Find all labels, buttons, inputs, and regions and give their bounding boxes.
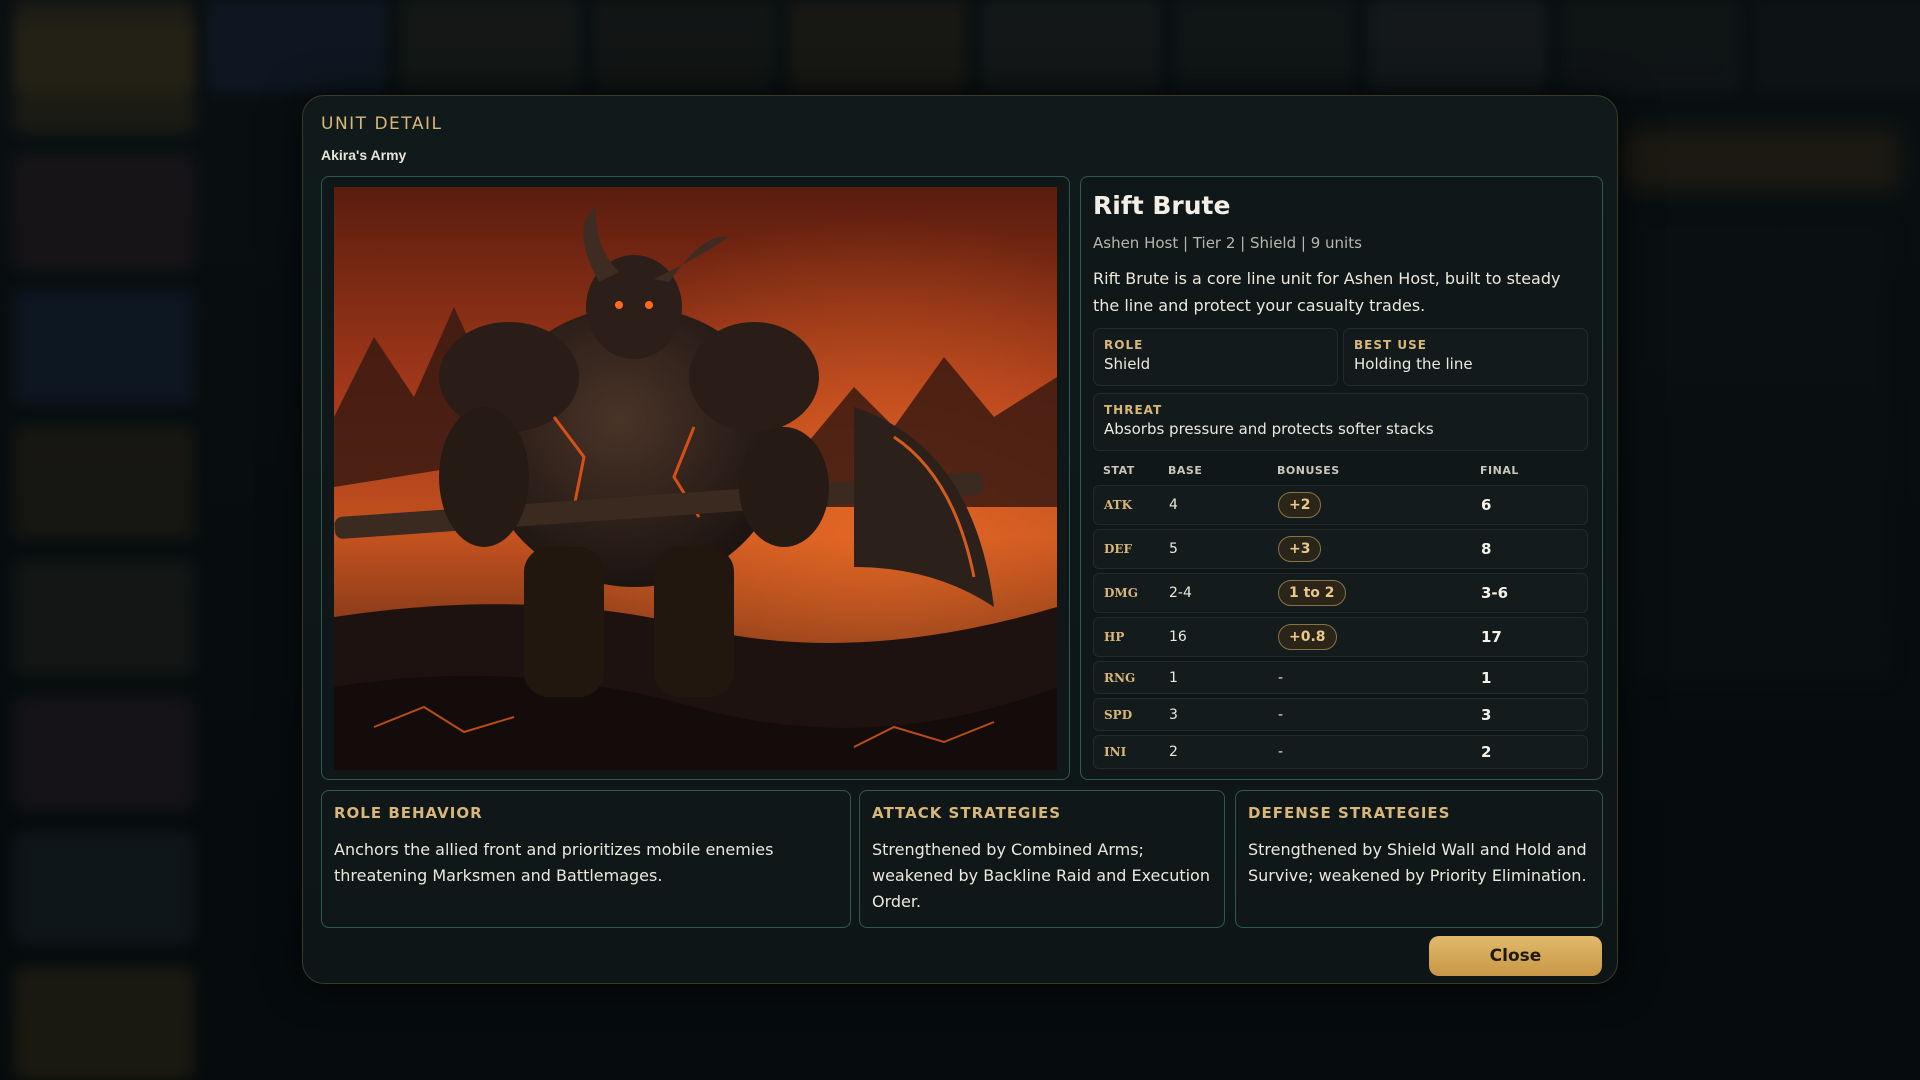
defense-strategies-panel: DEFENSE STRATEGIES Strengthened by Shiel… xyxy=(1235,790,1603,928)
role-value: Shield xyxy=(1104,355,1151,373)
best-use-card: BEST USE Holding the line xyxy=(1343,328,1588,386)
bonus-pill: +2 xyxy=(1278,492,1322,518)
stat-base: 1 xyxy=(1169,669,1178,686)
stat-row-atk: ATK 4 +2 6 xyxy=(1093,485,1588,525)
stats-header-stat: STAT xyxy=(1103,464,1135,477)
unit-art-panel xyxy=(321,176,1070,780)
stat-final: 2 xyxy=(1481,743,1492,761)
stat-bonus: - xyxy=(1278,706,1284,723)
stat-bonus: - xyxy=(1278,744,1284,760)
stat-row-rng: RNG 1 - 1 xyxy=(1093,661,1588,694)
unit-name: Rift Brute xyxy=(1093,191,1231,220)
attack-strategies-text: Strengthened by Combined Arms; weakened … xyxy=(872,840,1210,911)
stat-name: HP xyxy=(1104,630,1125,644)
stat-base: 2-4 xyxy=(1169,585,1192,601)
stat-name: DEF xyxy=(1104,542,1133,556)
stat-final: 1 xyxy=(1481,668,1492,687)
stat-final: 3-6 xyxy=(1481,584,1509,602)
stat-bonus: +0.8 xyxy=(1278,624,1337,650)
stat-name: ATK xyxy=(1104,498,1133,512)
stat-row-dmg: DMG 2-4 1 to 2 3-6 xyxy=(1093,573,1588,613)
stat-row-def: DEF 5 +3 8 xyxy=(1093,529,1588,569)
attack-strategies-panel: ATTACK STRATEGIES Strengthened by Combin… xyxy=(859,790,1225,928)
stat-name: SPD xyxy=(1104,707,1133,722)
unit-portrait-illustration xyxy=(334,187,1057,770)
role-behavior-title: ROLE BEHAVIOR xyxy=(334,804,483,822)
unit-info-panel: Rift Brute Ashen Host | Tier 2 | Shield … xyxy=(1080,176,1603,780)
bonus-pill: +3 xyxy=(1278,536,1322,562)
best-use-label: BEST USE xyxy=(1354,338,1427,352)
stat-final: 6 xyxy=(1481,496,1492,514)
bonus-pill: 1 to 2 xyxy=(1278,580,1346,606)
stat-base: 16 xyxy=(1169,629,1187,645)
attack-strategies-title: ATTACK STRATEGIES xyxy=(872,804,1062,822)
stats-header-base: BASE xyxy=(1168,464,1203,477)
stat-bonus: +2 xyxy=(1278,492,1322,518)
stat-bonus: +3 xyxy=(1278,536,1322,562)
close-button[interactable]: Close xyxy=(1429,936,1602,976)
unit-portrait xyxy=(334,187,1057,770)
threat-card: THREAT Absorbs pressure and protects sof… xyxy=(1093,393,1588,451)
stat-row-spd: SPD 3 - 3 xyxy=(1093,698,1588,731)
stat-name: INI xyxy=(1104,745,1127,759)
stat-bonus: - xyxy=(1278,669,1284,686)
bonus-pill: +0.8 xyxy=(1278,624,1337,650)
role-behavior-text: Anchors the allied front and prioritizes… xyxy=(334,840,774,885)
stat-base: 5 xyxy=(1169,541,1178,557)
unit-meta: Ashen Host | Tier 2 | Shield | 9 units xyxy=(1093,234,1362,252)
stat-base: 2 xyxy=(1169,744,1178,760)
defense-strategies-title: DEFENSE STRATEGIES xyxy=(1248,804,1451,822)
stat-base: 3 xyxy=(1169,706,1178,723)
unit-detail-modal: UNIT DETAIL Akira's Army Rift Brute Ashe… xyxy=(302,95,1618,984)
stat-bonus: 1 to 2 xyxy=(1278,580,1346,606)
threat-value: Absorbs pressure and protects softer sta… xyxy=(1104,420,1434,438)
best-use-value: Holding the line xyxy=(1354,355,1473,373)
stats-header-final: FINAL xyxy=(1480,464,1519,477)
army-name: Akira's Army xyxy=(321,147,407,163)
stat-row-ini: INI 2 - 2 xyxy=(1093,735,1588,769)
stats-header-bonuses: BONUSES xyxy=(1277,464,1340,477)
unit-description: Rift Brute is a core line unit for Ashen… xyxy=(1093,269,1561,315)
stat-row-hp: HP 16 +0.8 17 xyxy=(1093,617,1588,657)
stat-name: RNG xyxy=(1104,670,1136,685)
modal-kicker: UNIT DETAIL xyxy=(321,114,443,134)
role-label: ROLE xyxy=(1104,338,1144,352)
stat-final: 8 xyxy=(1481,540,1492,558)
defense-strategies-text: Strengthened by Shield Wall and Hold and… xyxy=(1248,840,1587,885)
stat-final: 3 xyxy=(1481,705,1492,724)
stat-final: 17 xyxy=(1481,628,1502,646)
role-card: ROLE Shield xyxy=(1093,328,1338,386)
threat-label: THREAT xyxy=(1104,403,1163,417)
stats-table-header: STAT BASE BONUSES FINAL xyxy=(1093,464,1588,480)
stat-base: 4 xyxy=(1169,497,1178,513)
stat-name: DMG xyxy=(1104,586,1138,600)
role-behavior-panel: ROLE BEHAVIOR Anchors the allied front a… xyxy=(321,790,851,928)
